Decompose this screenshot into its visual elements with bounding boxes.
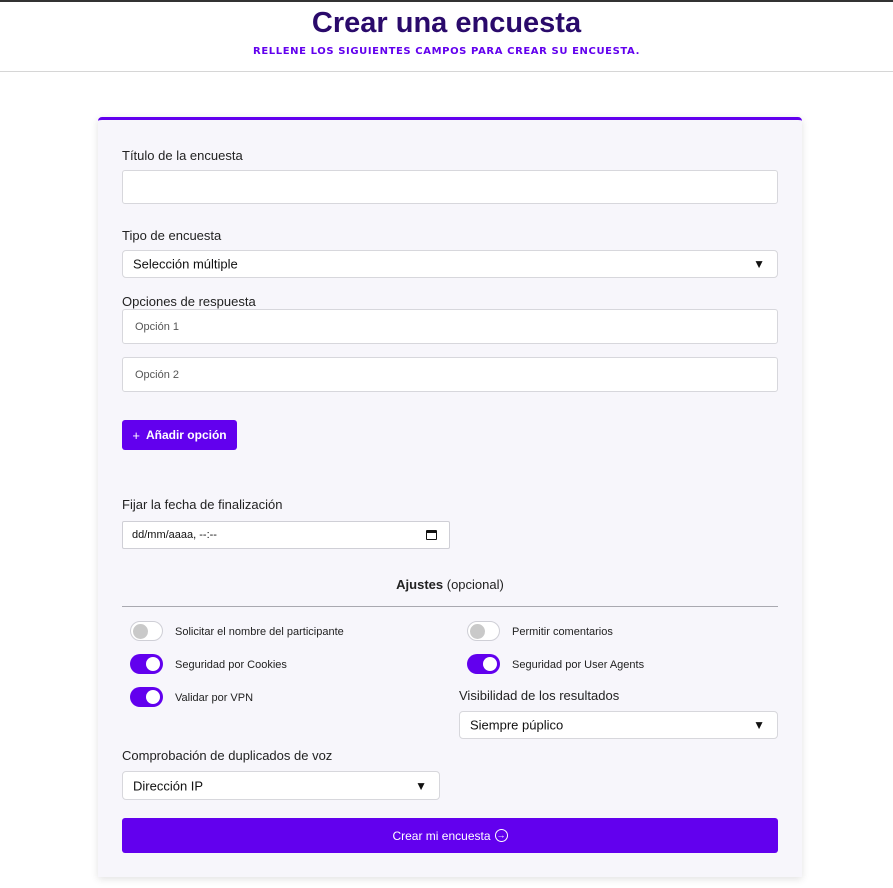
toggle-allow-comments-label: Permitir comentarios — [512, 626, 613, 638]
duplicate-check-select[interactable]: Dirección IP ▼ — [122, 771, 440, 800]
caret-down-icon: ▼ — [753, 718, 765, 732]
calendar-icon[interactable] — [426, 530, 437, 540]
create-poll-button[interactable]: Crear mi encuesta → — [122, 818, 778, 853]
toggle-knob — [133, 624, 148, 639]
duplicate-check-value: Dirección IP — [133, 778, 204, 793]
settings-heading-bold: Ajustes — [396, 577, 444, 592]
poll-type-select[interactable]: Selección múltiple ▼ — [122, 250, 778, 278]
option-input-2[interactable]: Opción 2 — [122, 357, 778, 392]
results-visibility-select[interactable]: Siempre púplico ▼ — [459, 711, 778, 739]
toggle-cookie-security[interactable] — [130, 654, 163, 674]
caret-down-icon: ▼ — [415, 778, 427, 793]
end-date-value: dd/mm/aaaa, --:-- — [132, 529, 217, 541]
settings-heading: Ajustes (opcional) — [122, 577, 778, 592]
arrow-circle-right-icon: → — [494, 829, 508, 842]
poll-form-card: Título de la encuesta Tipo de encuesta S… — [98, 117, 802, 877]
toggle-user-agent-security[interactable] — [467, 654, 500, 674]
page-title: Crear una encuesta — [311, 7, 582, 39]
toggle-allow-comments[interactable] — [467, 621, 500, 641]
toggle-user-agent-security-label: Seguridad por User Agents — [512, 659, 645, 671]
toggle-knob — [470, 624, 485, 639]
toggle-vpn-validation[interactable] — [130, 687, 163, 707]
results-visibility-value: Siempre púplico — [470, 717, 564, 733]
toggle-cookie-security-label: Seguridad por Cookies — [175, 659, 287, 671]
add-option-button[interactable]: + Añadir opción — [122, 420, 237, 450]
option-input-1[interactable]: Opción 1 — [122, 309, 778, 344]
page-header: Crear una encuesta RELLENE LOS SIGUIENTE… — [0, 2, 893, 72]
add-option-label: Añadir opción — [145, 428, 227, 442]
poll-type-label: Tipo de encuesta — [122, 228, 222, 243]
settings-heading-optional: (opcional) — [446, 577, 504, 592]
toggle-request-name[interactable] — [130, 621, 163, 641]
plus-icon: + — [132, 427, 140, 443]
settings-divider — [122, 606, 778, 607]
caret-down-icon: ▼ — [753, 257, 765, 271]
toggle-knob — [483, 657, 497, 671]
poll-title-input[interactable] — [122, 170, 778, 204]
toggle-knob — [146, 690, 160, 704]
option-placeholder-1: Opción 1 — [135, 320, 180, 333]
poll-title-label: Título de la encuesta — [122, 148, 243, 163]
page-subtitle: RELLENE LOS SIGUIENTES CAMPOS PARA CREAR… — [253, 46, 640, 57]
end-date-input[interactable]: dd/mm/aaaa, --:-- — [122, 521, 450, 549]
poll-type-value: Selección múltiple — [133, 256, 238, 272]
results-visibility-label: Visibilidad de los resultados — [459, 688, 620, 703]
answer-options-label: Opciones de respuesta — [122, 294, 256, 309]
duplicate-check-label: Comprobación de duplicados de voz — [122, 748, 333, 763]
create-poll-label: Crear mi encuesta — [392, 828, 491, 843]
option-placeholder-2: Opción 2 — [135, 368, 180, 381]
toggle-request-name-label: Solicitar el nombre del participante — [175, 626, 344, 638]
end-date-label: Fijar la fecha de finalización — [122, 497, 283, 512]
toggle-knob — [146, 657, 160, 671]
toggle-vpn-validation-label: Validar por VPN — [175, 692, 254, 704]
